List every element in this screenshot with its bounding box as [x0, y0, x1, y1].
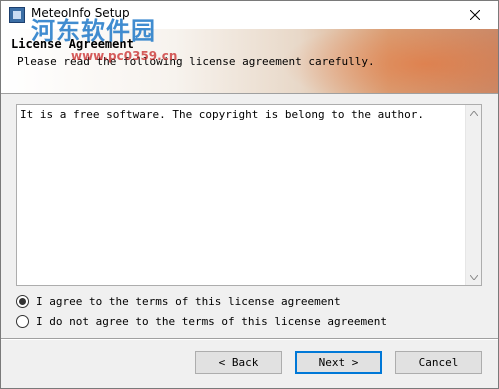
license-text: It is a free software. The copyright is … [20, 108, 424, 121]
back-button-label: < Back [218, 356, 259, 369]
app-icon [9, 7, 25, 23]
page-title: License Agreement [11, 37, 134, 51]
next-button-label: Next > [318, 356, 359, 369]
agree-option[interactable]: I agree to the terms of this license agr… [16, 293, 341, 309]
header-banner: License Agreement Please read the follow… [1, 29, 498, 94]
chevron-down-icon [469, 274, 478, 280]
chevron-up-icon [469, 110, 478, 116]
agree-label: I agree to the terms of this license agr… [36, 294, 341, 308]
close-button[interactable] [452, 1, 498, 29]
license-text-box[interactable]: It is a free software. The copyright is … [16, 104, 482, 286]
scroll-down-button[interactable] [466, 269, 481, 285]
cancel-button-label: Cancel [418, 356, 459, 369]
next-button[interactable]: Next > [295, 351, 382, 374]
disagree-label: I do not agree to the terms of this lice… [36, 314, 387, 328]
cancel-button[interactable]: Cancel [395, 351, 482, 374]
vertical-scrollbar[interactable] [465, 105, 481, 285]
footer-divider [1, 338, 498, 340]
back-button[interactable]: < Back [195, 351, 282, 374]
disagree-radio[interactable] [16, 314, 29, 328]
page-subtitle: Please read the following license agreem… [17, 55, 375, 68]
scroll-up-button[interactable] [466, 105, 481, 121]
disagree-option[interactable]: I do not agree to the terms of this lice… [16, 313, 387, 329]
setup-window: MeteoInfo Setup License Agreement Please… [0, 0, 499, 389]
close-icon [470, 10, 480, 20]
agree-radio[interactable] [16, 294, 29, 308]
window-title: MeteoInfo Setup [31, 6, 130, 20]
title-bar[interactable]: MeteoInfo Setup [1, 1, 498, 29]
